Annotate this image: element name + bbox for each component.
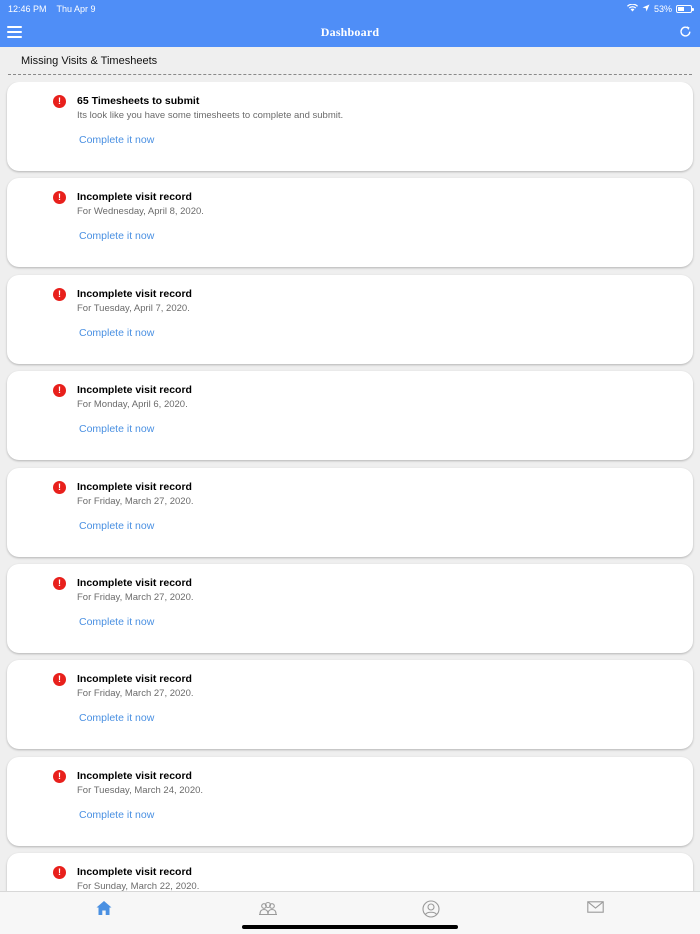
- card-subtitle: Its look like you have some timesheets t…: [77, 110, 344, 121]
- battery-icon: [676, 4, 694, 13]
- card-title: Incomplete visit record: [77, 480, 192, 493]
- missing-item-card[interactable]: ! Incomplete visit record For Tuesday, Apr…: [7, 274, 693, 364]
- card-subtitle: For Tuesday, March 24, 2020.: [77, 784, 204, 796]
- status-time: 12:46 PM: [8, 3, 47, 14]
- complete-it-now-link[interactable]: Complete it now: [79, 230, 154, 242]
- missing-item-card[interactable]: ! Incomplete visit record For Tuesday, Mar…: [7, 756, 693, 846]
- status-bar: 12:46 PM Thu Apr 9 53%: [0, 0, 700, 17]
- page-title: Dashboard: [320, 24, 380, 39]
- location-arrow-icon: [642, 4, 650, 14]
- missing-item-card[interactable]: ! Incomplete visit record For Friday, Marc…: [7, 467, 693, 557]
- section-title: Missing Visits & Timesheets: [21, 55, 158, 67]
- card-title: Incomplete visit record: [77, 866, 192, 879]
- card-subtitle: For Sunday, March 22, 2020.: [77, 881, 200, 891]
- complete-it-now-link[interactable]: Complete it now: [79, 809, 154, 821]
- battery-percent: 53%: [653, 3, 672, 14]
- card-title: Incomplete visit record: [77, 384, 192, 397]
- card-title: Incomplete visit record: [77, 287, 192, 300]
- complete-it-now-link[interactable]: Complete it now: [79, 327, 154, 339]
- complete-it-now-link[interactable]: Complete it now: [79, 712, 154, 724]
- complete-it-now-link[interactable]: Complete it now: [79, 520, 154, 532]
- card-title: Incomplete visit record: [77, 577, 192, 589]
- nav-bar: Dashboard: [0, 17, 700, 47]
- exclamation-circle-icon: !: [53, 866, 66, 880]
- tab-mail-icon[interactable]: [587, 900, 605, 916]
- status-date: Thu Apr 9: [56, 3, 96, 14]
- card-subtitle: For Friday, March 27, 2020.: [77, 592, 194, 603]
- home-indicator: [242, 925, 458, 929]
- exclamation-circle-icon: !: [53, 287, 66, 301]
- status-indicators: 53%: [626, 3, 694, 14]
- exclamation-circle-icon: !: [53, 95, 66, 108]
- complete-it-now-link[interactable]: Complete it now: [79, 616, 154, 628]
- exclamation-circle-icon: !: [53, 577, 66, 590]
- exclamation-circle-icon: !: [53, 480, 66, 494]
- card-subtitle: For Friday, March 27, 2020.: [77, 495, 194, 507]
- card-subtitle: For Monday, April 6, 2020.: [77, 399, 188, 411]
- complete-it-now-link[interactable]: Complete it now: [79, 134, 154, 146]
- tab-people-icon[interactable]: [258, 900, 278, 916]
- tab-home-icon[interactable]: [95, 900, 113, 916]
- missing-item-card[interactable]: ! Incomplete visit record For Sunday, Marc…: [7, 853, 693, 891]
- missing-item-card[interactable]: ! Incomplete visit record For Wednesday, A…: [7, 178, 693, 268]
- card-subtitle: For Tuesday, April 7, 2020.: [77, 302, 190, 314]
- missing-item-card[interactable]: ! 65 Timesheets to submit Its look like yo…: [7, 82, 693, 171]
- card-title: Incomplete visit record: [77, 769, 192, 782]
- missing-item-card[interactable]: ! Incomplete visit record For Friday, Marc…: [7, 660, 693, 750]
- card-subtitle: For Wednesday, April 8, 2020.: [77, 206, 204, 218]
- missing-item-card[interactable]: ! Incomplete visit record For Friday, Marc…: [7, 564, 693, 653]
- exclamation-circle-icon: !: [53, 673, 66, 687]
- card-title: Incomplete visit record: [77, 191, 192, 204]
- missing-visits-list[interactable]: ! 65 Timesheets to submit Its look like yo…: [0, 82, 700, 891]
- tab-profile-icon[interactable]: [422, 900, 440, 918]
- exclamation-circle-icon: !: [53, 191, 66, 205]
- wifi-icon: [626, 3, 638, 14]
- exclamation-circle-icon: !: [53, 384, 66, 398]
- missing-item-card[interactable]: ! Incomplete visit record For Monday, Apri…: [7, 371, 693, 461]
- refresh-icon[interactable]: [679, 25, 692, 38]
- card-title: Incomplete visit record: [77, 673, 192, 686]
- card-subtitle: For Friday, March 27, 2020.: [77, 688, 194, 700]
- hamburger-menu-icon[interactable]: [7, 26, 22, 38]
- exclamation-circle-icon: !: [53, 769, 66, 783]
- complete-it-now-link[interactable]: Complete it now: [79, 423, 154, 435]
- card-title: 65 Timesheets to submit: [77, 95, 200, 107]
- section-divider: [8, 74, 692, 75]
